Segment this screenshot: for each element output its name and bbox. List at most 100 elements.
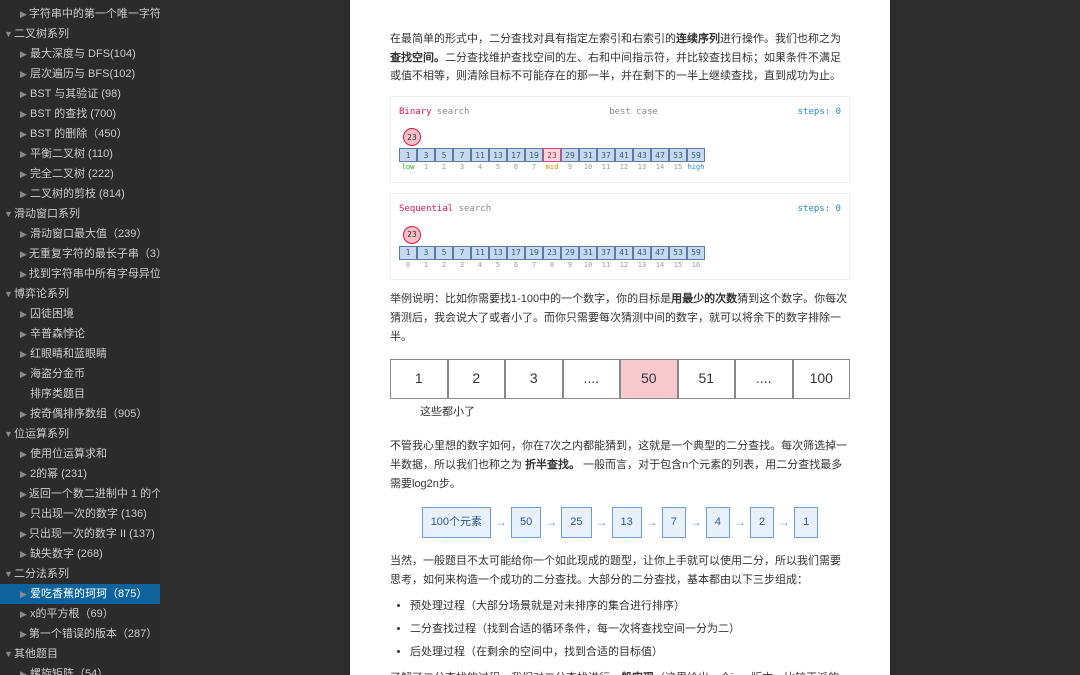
nav-item[interactable]: ▶找到字符串中所有字母异位词（... — [0, 264, 160, 284]
nav-label: 辛普森悖论 — [30, 326, 85, 342]
nav-label: 最大深度与 DFS(104) — [30, 46, 136, 62]
array-cell: 3 — [417, 148, 435, 162]
nav-item[interactable]: ▶BST 与其验证 (98) — [0, 84, 160, 104]
nav-label: 使用位运算求和 — [30, 446, 107, 462]
range-cell: 100 — [793, 359, 851, 399]
index-label: 12 — [615, 260, 633, 272]
nav-label: 返回一个数二进制中 1 的个数 (19... — [29, 486, 160, 502]
nav-label: BST 的删除（450） — [30, 126, 128, 142]
nav-label: 红眼睛和蓝眼睛 — [30, 346, 107, 362]
nav-label: 2的幂 (231) — [30, 466, 87, 482]
nav-item[interactable]: ▶二叉树的剪枝 (814) — [0, 184, 160, 204]
chevron-right-icon: ▶ — [20, 166, 28, 182]
nav-section[interactable]: ▼位运算系列 — [0, 424, 160, 444]
range-cell: 1 — [390, 359, 448, 399]
nav-item[interactable]: ▶按奇偶排序数组（905） — [0, 404, 160, 424]
chevron-right-icon: ▶ — [20, 626, 27, 642]
nav-item[interactable]: ▶红眼睛和蓝眼睛 — [0, 344, 160, 364]
list-item: 预处理过程（大部分场景就是对未排序的集合进行排序） — [410, 597, 850, 616]
chevron-right-icon: ▶ — [20, 106, 28, 122]
index-label: 10 — [579, 260, 597, 272]
chevron-right-icon: ▶ — [20, 466, 28, 482]
nav-item[interactable]: ▶使用位运算求和 — [0, 444, 160, 464]
nav-item[interactable]: ▶缺失数字 (268) — [0, 544, 160, 564]
nav-label: 只出现一次的数字 (136) — [30, 506, 147, 522]
impl-paragraph: 了解了二分查找的过程，我们对二分查找进行一般实现（这里给出一个java版本，比较… — [390, 669, 850, 675]
nav-item[interactable]: 排序类题目 — [0, 384, 160, 404]
range-cell: 3 — [505, 359, 563, 399]
index-label: 1 — [417, 162, 435, 174]
chevron-right-icon: ▶ — [20, 506, 28, 522]
nav-item[interactable]: ▶平衡二叉树 (110) — [0, 144, 160, 164]
nav-item[interactable]: ▶层次遍历与 BFS(102) — [0, 64, 160, 84]
array-cell: 37 — [597, 148, 615, 162]
array-cell: 47 — [651, 246, 669, 260]
nav-item[interactable]: ▶爱吃香蕉的珂珂（875） — [0, 584, 160, 604]
index-label: 13 — [633, 162, 651, 174]
array-cell: 43 — [633, 148, 651, 162]
nav-label: 字符串中的第一个唯一字符 (387) — [29, 6, 160, 22]
nav-item[interactable]: ▶只出现一次的数字 II (137) — [0, 524, 160, 544]
array-cell: 7 — [453, 246, 471, 260]
index-label: 11 — [597, 162, 615, 174]
nav-item[interactable]: ▶辛普森悖论 — [0, 324, 160, 344]
nav-item[interactable]: ▶BST 的删除（450） — [0, 124, 160, 144]
arrow-icon: → — [596, 512, 608, 532]
chevron-right-icon: ▶ — [20, 586, 28, 602]
array-cell: 53 — [669, 148, 687, 162]
array-cell: 31 — [579, 148, 597, 162]
nav-item[interactable]: ▶囚徒困境 — [0, 304, 160, 324]
list-item: 二分查找过程（找到合适的循环条件，每一次将查找空间一分为二） — [410, 620, 850, 639]
flow-step: 13 — [612, 507, 642, 538]
chevron-down-icon: ▼ — [4, 646, 12, 662]
halving-flow: 100个元素→50→25→13→7→4→2→1 — [390, 507, 850, 538]
chevron-right-icon: ▶ — [20, 446, 28, 462]
array-cell: 7 — [453, 148, 471, 162]
chevron-right-icon: ▶ — [20, 66, 28, 82]
nav-label: BST 与其验证 (98) — [30, 86, 121, 102]
chevron-down-icon: ▼ — [4, 206, 12, 222]
nav-item[interactable]: ▶完全二叉树 (222) — [0, 164, 160, 184]
target-ball: 23 — [403, 128, 421, 146]
array-cell: 1 — [399, 246, 417, 260]
nav-section[interactable]: ▼二叉树系列 — [0, 24, 160, 44]
index-label: 4 — [471, 260, 489, 272]
index-label: 10 — [579, 162, 597, 174]
chevron-right-icon: ▶ — [20, 486, 27, 502]
array-cell: 47 — [651, 148, 669, 162]
nav-item[interactable]: ▶x的平方根（69） — [0, 604, 160, 624]
chevron-down-icon: ▼ — [4, 426, 12, 442]
array-cell: 13 — [489, 246, 507, 260]
chevron-down-icon: ▼ — [4, 286, 12, 302]
array-cell: 13 — [489, 148, 507, 162]
nav-item[interactable]: ▶海盗分金币 — [0, 364, 160, 384]
nav-item[interactable]: ▶字符串中的第一个唯一字符 (387) — [0, 4, 160, 24]
nav-section[interactable]: ▼滑动窗口系列 — [0, 204, 160, 224]
chevron-right-icon: ▶ — [20, 326, 28, 342]
nav-item[interactable]: ▶螺旋矩阵（54） — [0, 664, 160, 675]
array-cell: 41 — [615, 148, 633, 162]
index-label: 14 — [651, 162, 669, 174]
nav-item[interactable]: ▶滑动窗口最大值（239） — [0, 224, 160, 244]
nav-section[interactable]: ▼其他题目 — [0, 644, 160, 664]
nav-item[interactable]: ▶最大深度与 DFS(104) — [0, 44, 160, 64]
nav-section[interactable]: ▼二分法系列 — [0, 564, 160, 584]
list-item: 后处理过程（在剩余的空间中，找到合适的目标值） — [410, 643, 850, 662]
flow-step: 2 — [750, 507, 774, 538]
nav-item[interactable]: ▶BST 的查找 (700) — [0, 104, 160, 124]
nav-item[interactable]: ▶无重复字符的最长子串（3） — [0, 244, 160, 264]
nav-item[interactable]: ▶只出现一次的数字 (136) — [0, 504, 160, 524]
nav-section[interactable]: ▼博弈论系列 — [0, 284, 160, 304]
index-label: 3 — [453, 260, 471, 272]
nav-label: 无重复字符的最长子串（3） — [29, 246, 160, 262]
halving-paragraph: 不管我心里想的数字如何，你在7次之内都能猜到，这就是一个典型的二分查找。每次筛选… — [390, 437, 850, 493]
nav-label: 螺旋矩阵（54） — [30, 666, 108, 675]
nav-item[interactable]: ▶2的幂 (231) — [0, 464, 160, 484]
nav-item[interactable]: ▶返回一个数二进制中 1 的个数 (19... — [0, 484, 160, 504]
nav-label: 滑动窗口系列 — [14, 206, 80, 222]
flow-step: 1 — [794, 507, 818, 538]
nav-label: 位运算系列 — [14, 426, 69, 442]
nav-item[interactable]: ▶第一个错误的版本（287） — [0, 624, 160, 644]
nav-label: 爱吃香蕉的珂珂（875） — [30, 586, 147, 602]
array-cell: 37 — [597, 246, 615, 260]
